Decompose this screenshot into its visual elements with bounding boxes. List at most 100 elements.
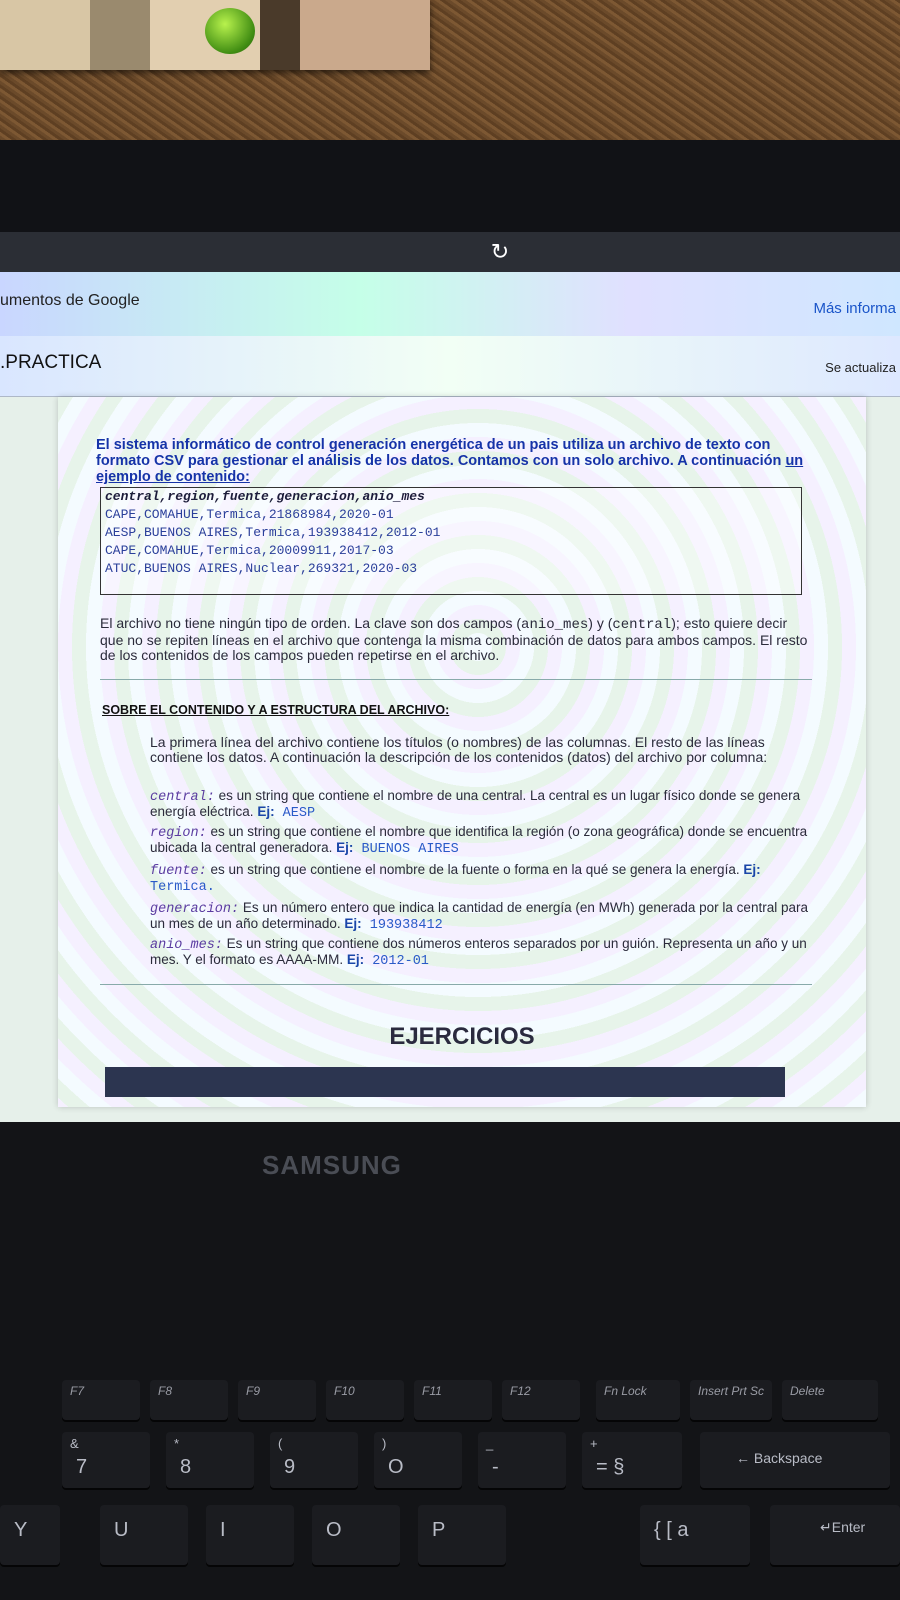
key-label: Insert Prt Sc <box>698 1384 765 1398</box>
key-y[interactable]: Y <box>0 1505 60 1565</box>
field-name: generacion: <box>150 902 240 917</box>
key-label: F10 <box>334 1384 355 1398</box>
key-bracket[interactable]: { [ a <box>640 1505 750 1565</box>
example-label: Ej: <box>257 804 275 819</box>
key-f12[interactable]: F12 <box>502 1380 580 1420</box>
example-value: AESP <box>274 806 316 821</box>
key-equals[interactable]: + = § <box>582 1432 682 1488</box>
key-bottom: 7 <box>76 1456 88 1478</box>
exercise-header-bar <box>105 1067 785 1097</box>
intro-text-2: para gestionar el análisis de los datos.… <box>183 453 786 469</box>
field-desc: Es un string que contiene dos números en… <box>150 936 807 967</box>
more-info-link[interactable]: Más informa <box>813 300 896 317</box>
key-label: Delete <box>790 1384 825 1398</box>
csv-example-box: central,region,fuente,generacion,anio_me… <box>100 487 802 595</box>
key-label: ← Backspace <box>736 1450 823 1466</box>
example-value: Termica. <box>150 880 215 895</box>
key-label: F9 <box>246 1384 261 1398</box>
key-0[interactable]: ) O <box>374 1432 462 1488</box>
csv-header-line: central,region,fuente,generacion,anio_me… <box>105 489 425 504</box>
green-pushpin <box>205 8 255 54</box>
key-o[interactable]: O <box>312 1505 400 1565</box>
example-label: Ej: <box>344 916 362 931</box>
browser-top-bar: ↻ <box>0 232 900 272</box>
section-title: SOBRE EL CONTENIDO Y A ESTRUCTURA DEL AR… <box>102 703 450 717</box>
key-label: P <box>432 1519 446 1541</box>
key-backspace[interactable]: ← Backspace <box>700 1432 890 1488</box>
field-desc: es un string que contiene el nombre que … <box>150 824 808 855</box>
field-desc: Es un número entero que indica la cantid… <box>150 900 808 931</box>
google-docs-bar: umentos de Google Más informa <box>0 272 900 337</box>
key-label: Y <box>14 1519 28 1541</box>
key-insert[interactable]: Insert Prt Sc <box>690 1380 772 1420</box>
description-intro: La primera línea del archivo contiene lo… <box>150 734 768 765</box>
csv-line: CAPE,COMAHUE,Termica,21868984,2020-01 <box>105 507 394 522</box>
key-label: ↵Enter <box>820 1519 866 1535</box>
key-top: _ <box>486 1436 494 1451</box>
csv-line: CAPE,COMAHUE,Termica,20009911,2017-03 <box>105 543 394 558</box>
reload-icon[interactable]: ↻ <box>488 240 512 264</box>
csv-line: ATUC,BUENOS AIRES,Nuclear,269321,2020-03 <box>105 561 418 576</box>
field-name: region: <box>150 826 207 841</box>
csv-line: AESP,BUENOS AIRES,Termica,193938412,2012… <box>105 525 441 540</box>
key-top: ( <box>278 1436 283 1451</box>
field-name: fuente: <box>150 864 207 879</box>
key-f10[interactable]: F10 <box>326 1380 404 1420</box>
key-f9[interactable]: F9 <box>238 1380 316 1420</box>
key-f8[interactable]: F8 <box>150 1380 228 1420</box>
field-desc: es un string que contiene el nombre de l… <box>206 862 744 877</box>
key-label: I <box>220 1519 226 1541</box>
key-f11[interactable]: F11 <box>414 1380 492 1420</box>
brand-logo: SAMSUNG <box>262 1150 402 1180</box>
intro-csv: CSV <box>154 453 184 469</box>
example-value: 193938412 <box>361 918 443 933</box>
key-bottom: = § <box>596 1456 625 1478</box>
field-fuente: fuente: es un string que contiene el nom… <box>150 863 810 895</box>
divider <box>100 679 812 680</box>
order-paragraph: El archivo no tiene ningún tipo de orden… <box>100 616 812 663</box>
order-text-2: ) y ( <box>588 615 613 631</box>
field-name: central: <box>150 790 215 805</box>
google-docs-title: umentos de Google <box>0 292 140 309</box>
divider <box>100 984 812 985</box>
key-minus[interactable]: _ - <box>478 1432 566 1488</box>
screen-bezel <box>0 140 900 240</box>
key-label: { [ a <box>654 1519 689 1541</box>
update-status: Se actualiza <box>825 360 896 375</box>
order-text-1: El archivo no tiene ningún tipo de orden… <box>100 615 522 631</box>
key-delete[interactable]: Delete <box>782 1380 878 1420</box>
key-label: F7 <box>70 1384 85 1398</box>
key-bottom: 9 <box>284 1456 296 1478</box>
key-bottom: 8 <box>180 1456 192 1478</box>
key-f7[interactable]: F7 <box>62 1380 140 1420</box>
example-label: Ej: <box>743 862 761 877</box>
key-9[interactable]: (9 <box>270 1432 358 1488</box>
key-i[interactable]: I <box>206 1505 294 1565</box>
document-page: El sistema informático de control genera… <box>58 397 866 1107</box>
exercises-heading: EJERCICIOS <box>389 1023 535 1050</box>
key-fn-lock[interactable]: Fn Lock <box>596 1380 680 1420</box>
order-key-1: anio_mes <box>521 617 589 633</box>
key-label: Fn Lock <box>604 1384 647 1398</box>
example-label: Ej: <box>336 840 354 855</box>
key-top: ) <box>382 1436 387 1451</box>
key-p[interactable]: P <box>418 1505 506 1565</box>
key-bottom: - <box>492 1456 499 1478</box>
example-value: 2012-01 <box>364 954 429 969</box>
field-name: anio_mes: <box>150 938 223 953</box>
key-enter[interactable]: ↵Enter <box>770 1505 900 1565</box>
field-region: region: es un string que contiene el nom… <box>150 825 810 857</box>
key-7[interactable]: & 7 <box>62 1432 150 1488</box>
key-u[interactable]: U <box>100 1505 188 1565</box>
example-label: Ej: <box>346 952 365 967</box>
laptop-screen: ↻ umentos de Google Más informa .PRACTIC… <box>0 232 900 1122</box>
key-label: F11 <box>422 1384 442 1398</box>
key-bottom: O <box>388 1456 404 1478</box>
field-anio-mes: anio_mes: Es un string que contiene dos … <box>150 937 810 969</box>
key-8[interactable]: * 8 <box>166 1432 254 1488</box>
key-label: F12 <box>510 1384 531 1398</box>
key-label: F8 <box>158 1384 173 1398</box>
document-header: .PRACTICA Se actualiza <box>0 336 900 397</box>
document-title: .PRACTICA <box>0 352 102 373</box>
key-top: + <box>590 1436 598 1451</box>
